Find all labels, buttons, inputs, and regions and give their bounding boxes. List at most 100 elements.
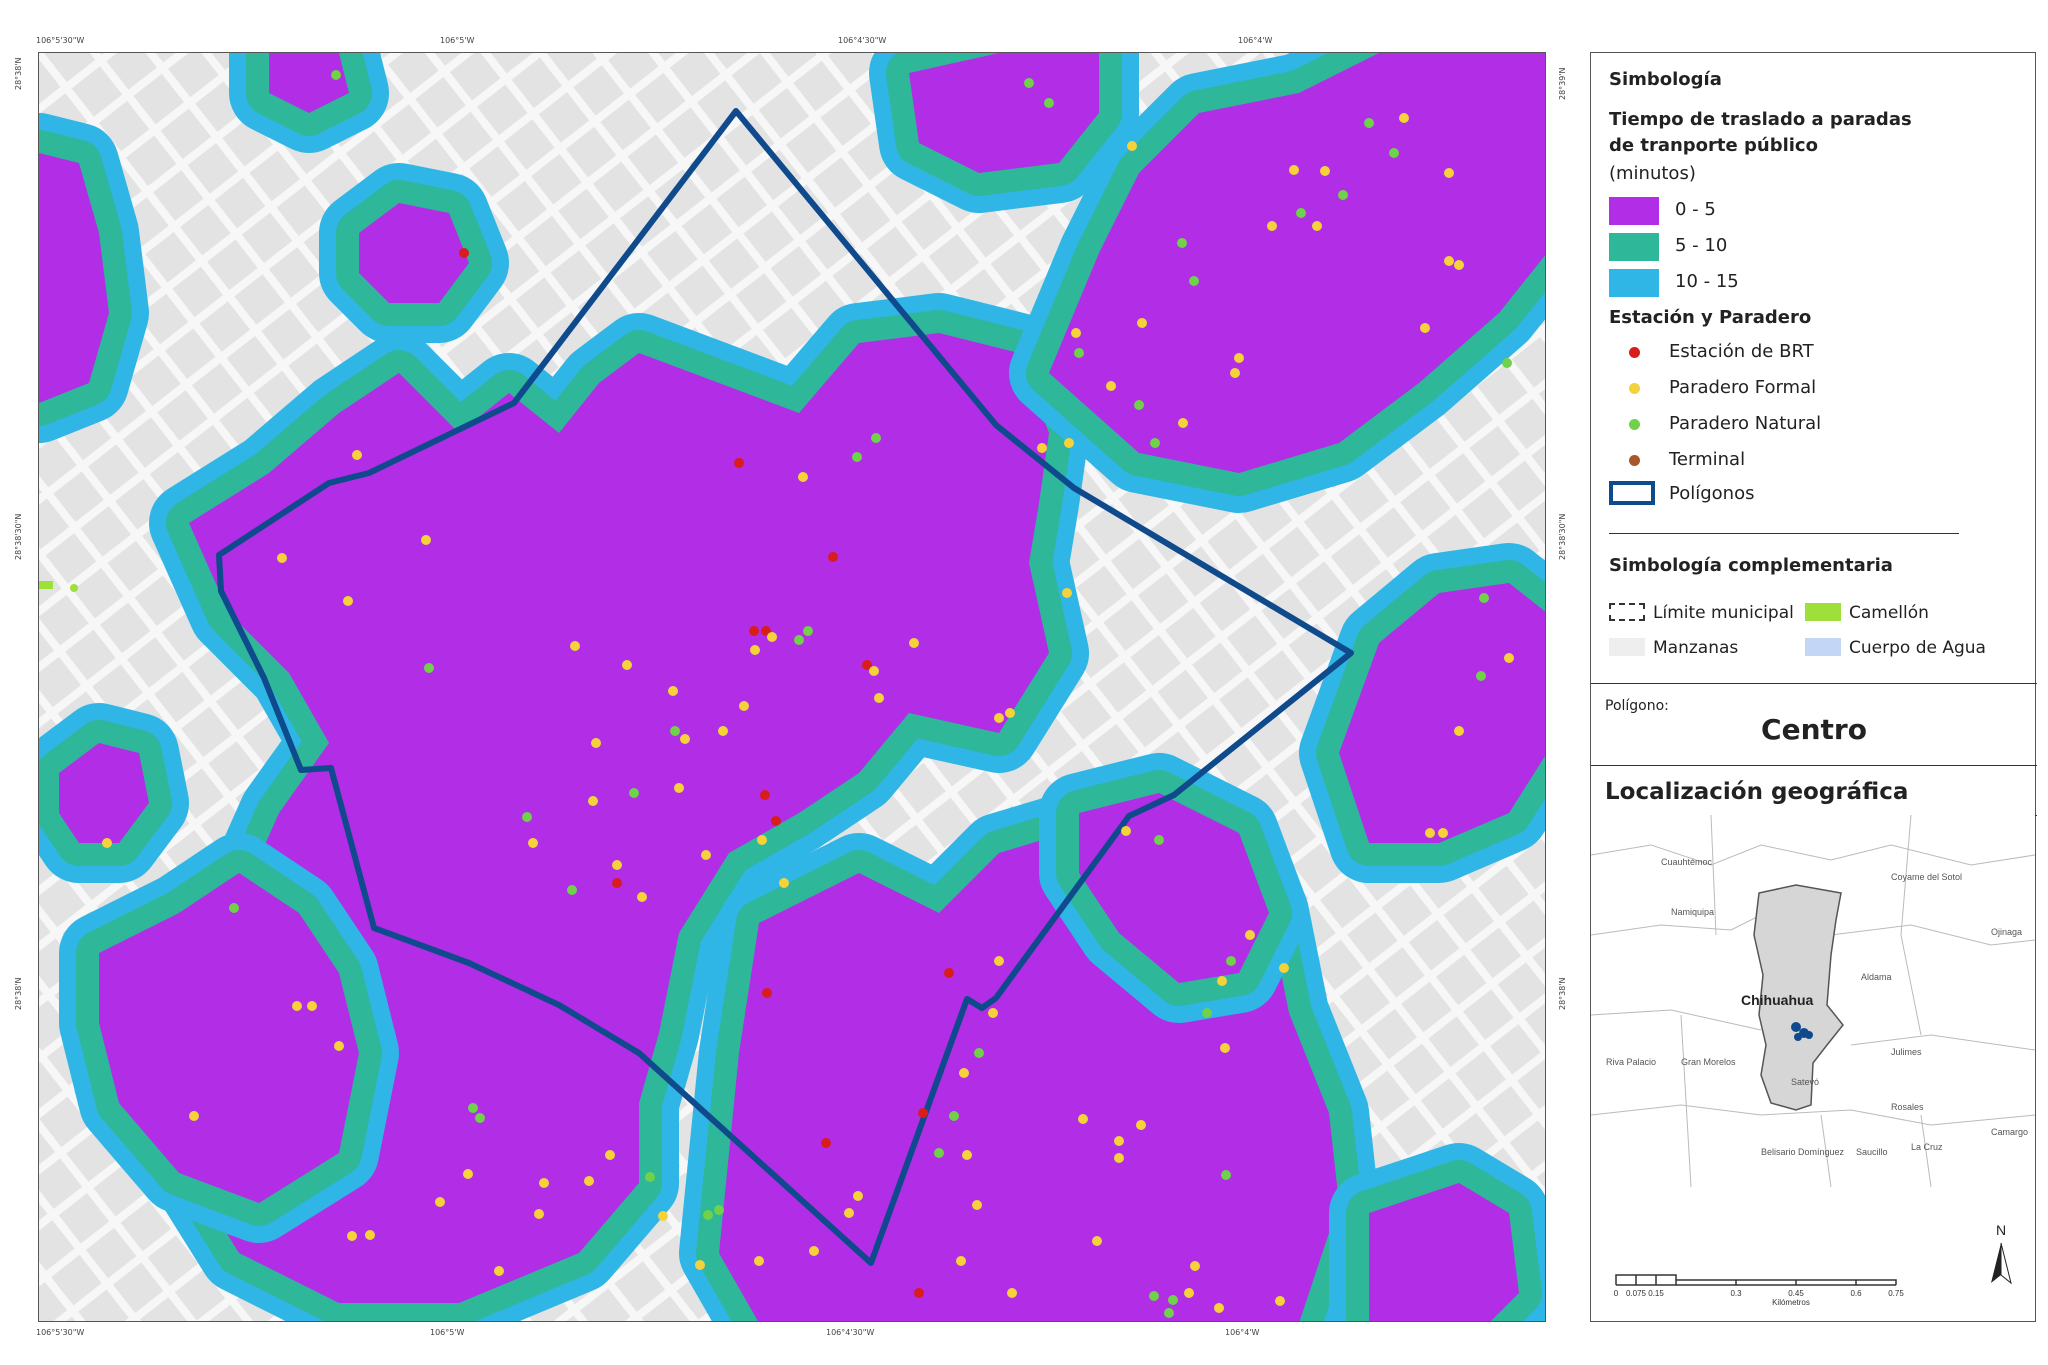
brt-station-12[interactable] (918, 1108, 928, 1118)
formal-stop-60[interactable] (1289, 165, 1299, 175)
map-frame[interactable] (38, 52, 1546, 1322)
formal-stop-85[interactable] (435, 1197, 445, 1207)
formal-stop-30[interactable] (674, 783, 684, 793)
formal-stop-86[interactable] (463, 1169, 473, 1179)
brt-station-4[interactable] (749, 626, 759, 636)
formal-stop-55[interactable] (1444, 168, 1454, 178)
formal-stop-98[interactable] (959, 1068, 969, 1078)
natural-stop-123[interactable] (1226, 956, 1236, 966)
formal-stop-74[interactable] (962, 1150, 972, 1160)
brt-station-8[interactable] (771, 816, 781, 826)
natural-stop-118[interactable] (1177, 238, 1187, 248)
formal-stop-58[interactable] (1420, 323, 1430, 333)
natural-stop-122[interactable] (1154, 835, 1164, 845)
formal-stop-68[interactable] (1279, 963, 1289, 973)
formal-stop-25[interactable] (718, 726, 728, 736)
natural-stop-116[interactable] (1134, 400, 1144, 410)
formal-stop-47[interactable] (1106, 381, 1116, 391)
formal-stop-49[interactable] (1230, 368, 1240, 378)
formal-stop-46[interactable] (1137, 318, 1147, 328)
formal-stop-31[interactable] (591, 738, 601, 748)
formal-stop-83[interactable] (347, 1231, 357, 1241)
natural-stop-108[interactable] (1024, 78, 1034, 88)
natural-stop-117[interactable] (1150, 438, 1160, 448)
formal-stop-95[interactable] (809, 1246, 819, 1256)
formal-stop-33[interactable] (528, 838, 538, 848)
formal-stop-18[interactable] (343, 596, 353, 606)
brt-station-1[interactable] (459, 248, 469, 258)
natural-stop-134[interactable] (229, 903, 239, 913)
natural-stop-142[interactable] (468, 1103, 478, 1113)
formal-stop-57[interactable] (1454, 260, 1464, 270)
formal-stop-20[interactable] (622, 660, 632, 670)
formal-stop-27[interactable] (874, 693, 884, 703)
formal-stop-39[interactable] (909, 638, 919, 648)
formal-stop-104[interactable] (1092, 1236, 1102, 1246)
formal-stop-103[interactable] (1184, 1288, 1194, 1298)
formal-stop-106[interactable] (1114, 1153, 1124, 1163)
formal-stop-54[interactable] (1399, 113, 1409, 123)
formal-stop-61[interactable] (1504, 653, 1514, 663)
formal-stop-66[interactable] (1245, 930, 1255, 940)
formal-stop-45[interactable] (1071, 328, 1081, 338)
formal-stop-22[interactable] (750, 645, 760, 655)
natural-stop-130[interactable] (522, 812, 532, 822)
brt-station-13[interactable] (821, 1138, 831, 1148)
formal-stop-94[interactable] (754, 1256, 764, 1266)
formal-stop-84[interactable] (365, 1230, 375, 1240)
formal-stop-81[interactable] (334, 1041, 344, 1051)
formal-stop-99[interactable] (1190, 1261, 1200, 1271)
formal-stop-21[interactable] (767, 632, 777, 642)
formal-stop-28[interactable] (798, 472, 808, 482)
formal-stop-76[interactable] (956, 1256, 966, 1266)
formal-stop-89[interactable] (539, 1178, 549, 1188)
formal-stop-75[interactable] (972, 1200, 982, 1210)
natural-stop-139[interactable] (703, 1210, 713, 1220)
formal-stop-15[interactable] (352, 450, 362, 460)
formal-stop-79[interactable] (292, 1001, 302, 1011)
natural-stop-121[interactable] (1476, 671, 1486, 681)
formal-stop-93[interactable] (695, 1260, 705, 1270)
natural-stop-126[interactable] (852, 452, 862, 462)
brt-station-14[interactable] (914, 1288, 924, 1298)
natural-stop-135[interactable] (1164, 1308, 1174, 1318)
formal-stop-71[interactable] (1078, 1114, 1088, 1124)
formal-stop-24[interactable] (739, 701, 749, 711)
formal-stop-87[interactable] (494, 1266, 504, 1276)
formal-stop-90[interactable] (584, 1176, 594, 1186)
formal-stop-62[interactable] (1454, 726, 1464, 736)
formal-stop-40[interactable] (994, 713, 1004, 723)
natural-stop-136[interactable] (1221, 1170, 1231, 1180)
natural-stop-124[interactable] (1202, 1008, 1212, 1018)
formal-stop-41[interactable] (1005, 708, 1015, 718)
formal-stop-82[interactable] (189, 1111, 199, 1121)
map-canvas[interactable] (39, 53, 1546, 1322)
formal-stop-96[interactable] (844, 1208, 854, 1218)
formal-stop-38[interactable] (779, 878, 789, 888)
natural-stop-112[interactable] (1296, 208, 1306, 218)
formal-stop-34[interactable] (612, 860, 622, 870)
formal-stop-48[interactable] (1178, 418, 1188, 428)
formal-stop-91[interactable] (605, 1150, 615, 1160)
natural-stop-129[interactable] (670, 726, 680, 736)
natural-stop-113[interactable] (1338, 190, 1348, 200)
natural-stop-141[interactable] (645, 1172, 655, 1182)
natural-stop-110[interactable] (1364, 118, 1374, 128)
formal-stop-70[interactable] (1136, 1120, 1146, 1130)
formal-stop-56[interactable] (1444, 256, 1454, 266)
formal-stop-37[interactable] (701, 850, 711, 860)
formal-stop-32[interactable] (588, 796, 598, 806)
natural-stop-132[interactable] (629, 788, 639, 798)
formal-stop-43[interactable] (1037, 443, 1047, 453)
formal-stop-64[interactable] (1438, 828, 1448, 838)
formal-stop-80[interactable] (307, 1001, 317, 1011)
formal-stop-36[interactable] (757, 835, 767, 845)
natural-stop-145[interactable] (934, 1148, 944, 1158)
formal-stop-17[interactable] (277, 553, 287, 563)
natural-stop-143[interactable] (475, 1113, 485, 1123)
formal-stop-92[interactable] (658, 1211, 668, 1221)
formal-stop-69[interactable] (1220, 1043, 1230, 1053)
formal-stop-50[interactable] (1234, 353, 1244, 363)
natural-stop-115[interactable] (1074, 348, 1084, 358)
formal-stop-73[interactable] (988, 1008, 998, 1018)
